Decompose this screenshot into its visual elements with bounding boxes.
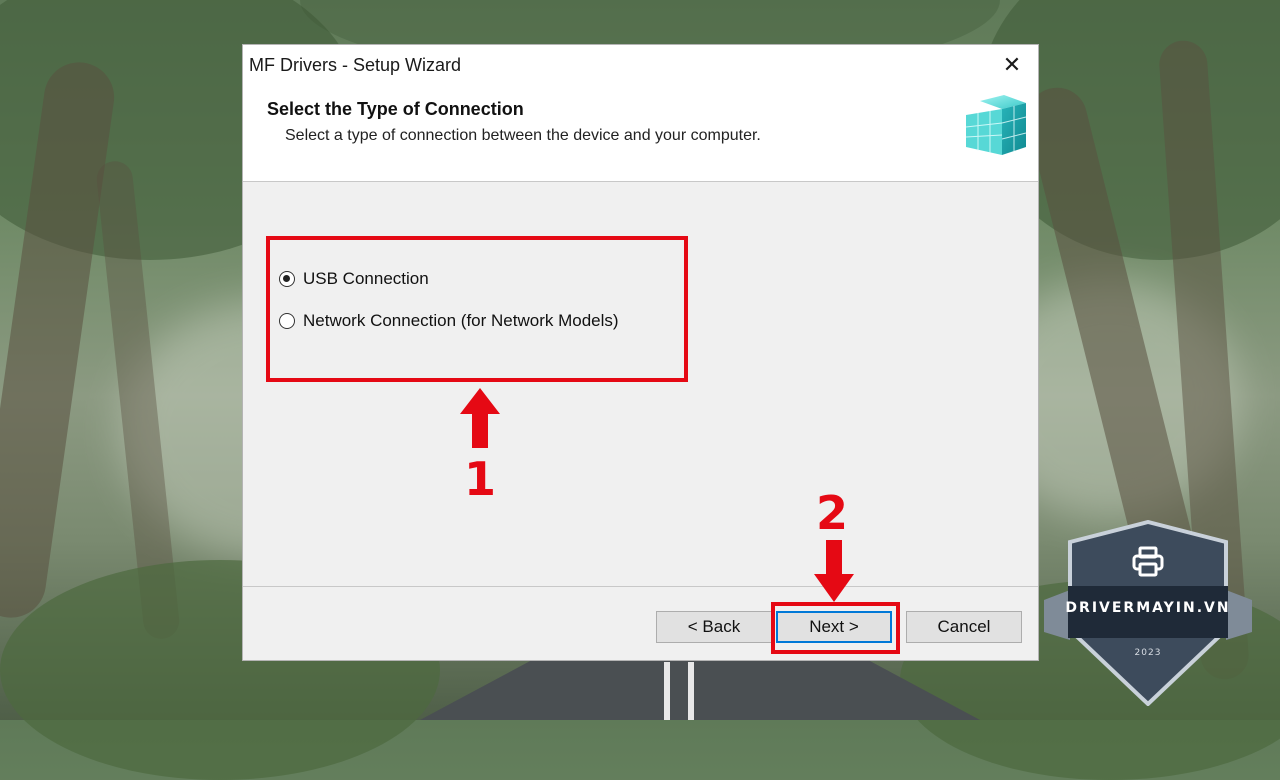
- drivermayin-watermark: DRIVERMAYIN.VN 2023: [1044, 520, 1252, 706]
- options-highlight-box: [266, 236, 688, 382]
- watermark-brand: DRIVERMAYIN.VN: [1065, 600, 1231, 616]
- page-title: Select the Type of Connection: [267, 99, 524, 119]
- back-button[interactable]: < Back: [656, 611, 772, 643]
- watermark-year: 2023: [1134, 648, 1162, 658]
- footer-divider: [243, 586, 1038, 587]
- step-1-label: 1: [464, 452, 497, 506]
- cancel-button[interactable]: Cancel: [906, 611, 1022, 643]
- window-title: MF Drivers - Setup Wizard: [249, 55, 462, 75]
- arrow-down-icon: [814, 540, 854, 602]
- page-subtitle: Select a type of connection between the …: [285, 127, 761, 144]
- close-button[interactable]: ✕: [996, 51, 1028, 79]
- setup-cubes-icon: [965, 95, 1027, 155]
- next-highlight-box: [771, 602, 900, 654]
- arrow-up-icon: [460, 388, 500, 448]
- title-bar: MF Drivers - Setup Wizard ✕: [243, 45, 1038, 85]
- close-icon: ✕: [1002, 52, 1022, 77]
- step-2-label: 2: [816, 486, 849, 540]
- wizard-header: Select the Type of Connection Select a t…: [243, 85, 1038, 182]
- printer-icon: [1132, 546, 1164, 577]
